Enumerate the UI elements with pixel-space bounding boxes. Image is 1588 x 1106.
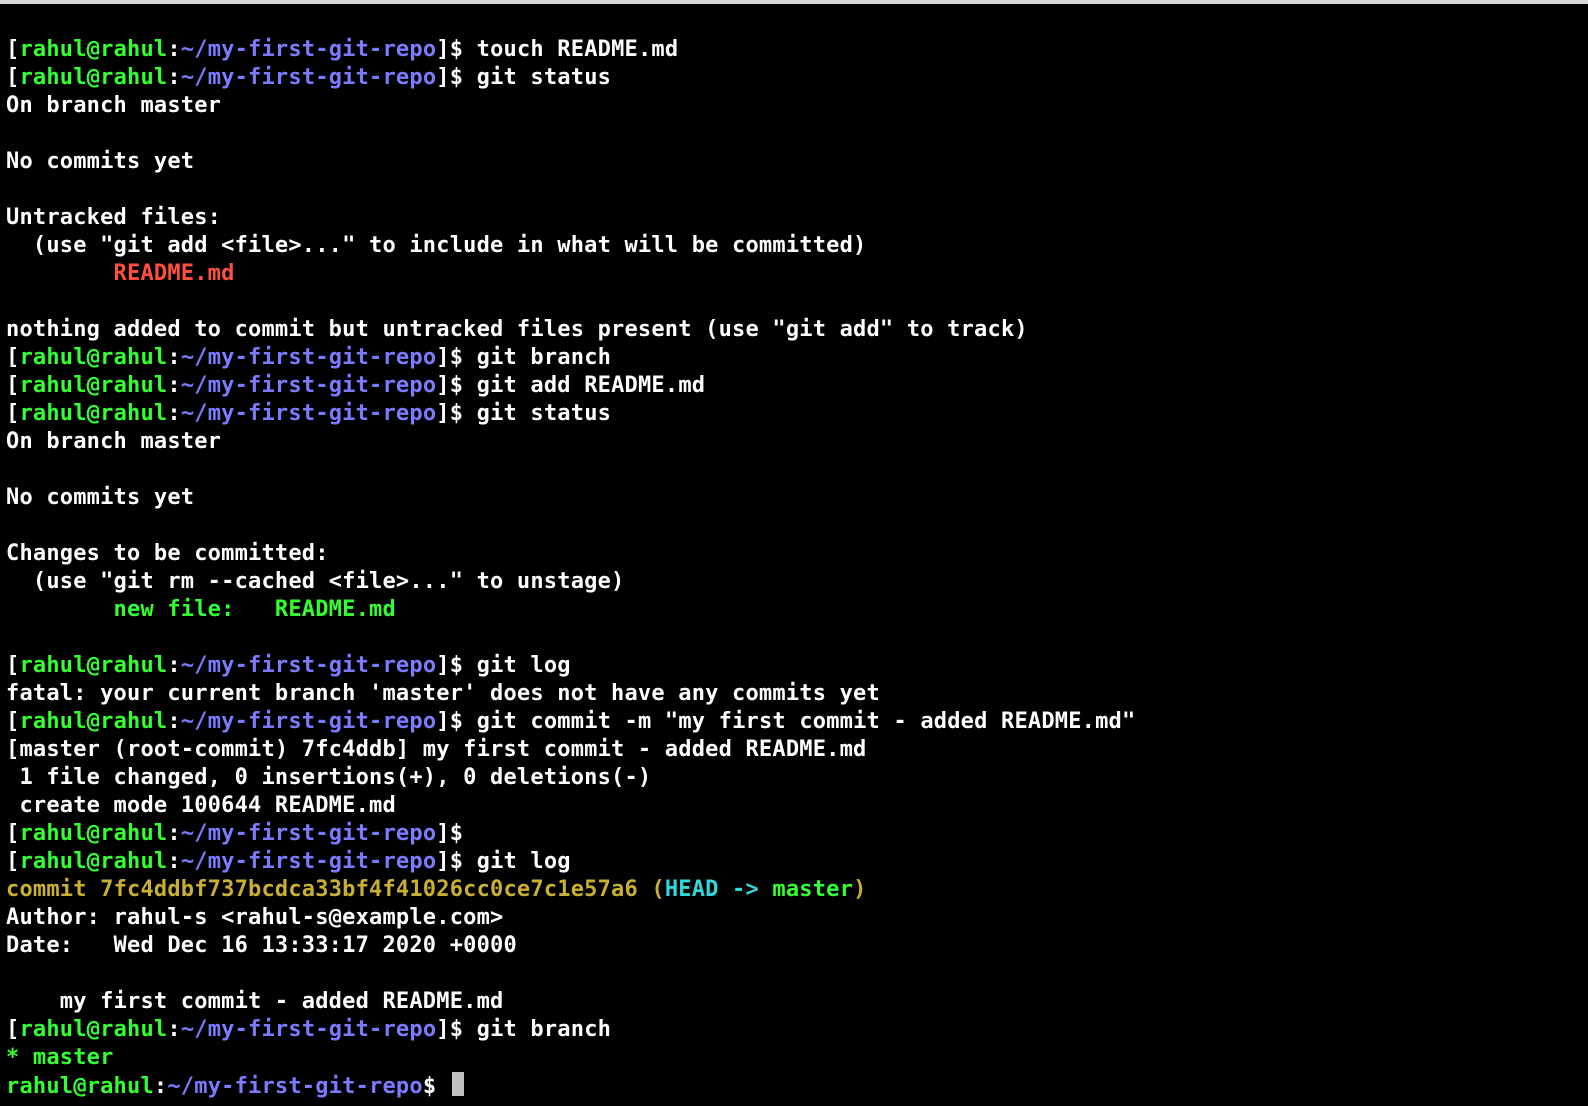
- cmd-git-log: git log: [477, 849, 571, 874]
- log-branch-ref: master: [772, 877, 853, 902]
- status-summary: nothing added to commit but untracked fi…: [6, 317, 1028, 342]
- commit-output: 1 file changed, 0 insertions(+), 0 delet…: [6, 765, 651, 790]
- status-hint: (use "git rm --cached <file>..." to unst…: [6, 569, 624, 594]
- log-commit-line: commit 7fc4ddbf737bcdca33bf4f41026cc0ce7…: [6, 877, 867, 902]
- log-head-ref: HEAD ->: [665, 877, 773, 902]
- prompt-userhost: rahul@rahul: [19, 37, 167, 62]
- prompt-line: [rahul@rahul:~/my-first-git-repo]$ git s…: [6, 401, 611, 426]
- cmd-git-log: git log: [477, 653, 571, 678]
- log-commit-hash: 7fc4ddbf737bcdca33bf4f41026cc0ce7c1e57a6: [100, 877, 638, 902]
- status-line: On branch master: [6, 429, 221, 454]
- prompt-line: [rahul@rahul:~/my-first-git-repo]$ git l…: [6, 653, 571, 678]
- status-line: No commits yet: [6, 149, 194, 174]
- cmd-git-commit: git commit -m "my first commit - added R…: [477, 709, 1136, 734]
- commit-output: create mode 100644 README.md: [6, 793, 396, 818]
- prompt-line: [rahul@rahul:~/my-first-git-repo]$ git s…: [6, 65, 611, 90]
- prompt-line: [rahul@rahul:~/my-first-git-repo]$: [6, 821, 477, 846]
- prompt-dollar: $: [423, 1074, 436, 1099]
- status-header: Untracked files:: [6, 205, 221, 230]
- log-commit-label: commit: [6, 877, 100, 902]
- log-message: my first commit - added README.md: [6, 989, 503, 1014]
- git-error: fatal: your current branch 'master' does…: [6, 681, 880, 706]
- prompt-line-active: rahul@rahul:~/my-first-git-repo$: [6, 1074, 464, 1099]
- prompt-userhost: rahul@rahul: [6, 1074, 154, 1099]
- bracket-close: ]: [436, 37, 449, 62]
- prompt-line: [rahul@rahul:~/my-first-git-repo]$ git b…: [6, 345, 611, 370]
- prompt-line: [rahul@rahul:~/my-first-git-repo]$ touch…: [6, 37, 678, 62]
- staged-file: new file: README.md: [6, 597, 396, 622]
- cmd-git-status: git status: [477, 401, 611, 426]
- cursor-icon[interactable]: [452, 1072, 464, 1096]
- cmd-git-add: git add README.md: [477, 373, 706, 398]
- status-header: Changes to be committed:: [6, 541, 329, 566]
- untracked-file: README.md: [6, 261, 235, 286]
- prompt-path: ~/my-first-git-repo: [181, 37, 436, 62]
- prompt-line: [rahul@rahul:~/my-first-git-repo]$ git l…: [6, 849, 571, 874]
- branch-current: * master: [6, 1045, 114, 1070]
- cmd-git-branch: git branch: [477, 1017, 611, 1042]
- cmd-git-status: git status: [477, 65, 611, 90]
- prompt-line: [rahul@rahul:~/my-first-git-repo]$ git a…: [6, 373, 705, 398]
- terminal[interactable]: [rahul@rahul:~/my-first-git-repo]$ touch…: [0, 4, 1588, 1105]
- log-author: Author: rahul-s <rahul-s@example.com>: [6, 905, 503, 930]
- log-date: Date: Wed Dec 16 13:33:17 2020 +0000: [6, 933, 517, 958]
- status-line: On branch master: [6, 93, 221, 118]
- status-line: No commits yet: [6, 485, 194, 510]
- commit-output: [master (root-commit) 7fc4ddb] my first …: [6, 737, 867, 762]
- bracket-open: [: [6, 37, 19, 62]
- cmd-git-branch: git branch: [477, 345, 611, 370]
- prompt-path: ~/my-first-git-repo: [167, 1074, 422, 1099]
- cmd-touch: touch README.md: [477, 37, 679, 62]
- prompt-line: [rahul@rahul:~/my-first-git-repo]$ git b…: [6, 1017, 611, 1042]
- prompt-line: [rahul@rahul:~/my-first-git-repo]$ git c…: [6, 709, 1135, 734]
- status-hint: (use "git add <file>..." to include in w…: [6, 233, 867, 258]
- prompt-dollar: $: [450, 37, 463, 62]
